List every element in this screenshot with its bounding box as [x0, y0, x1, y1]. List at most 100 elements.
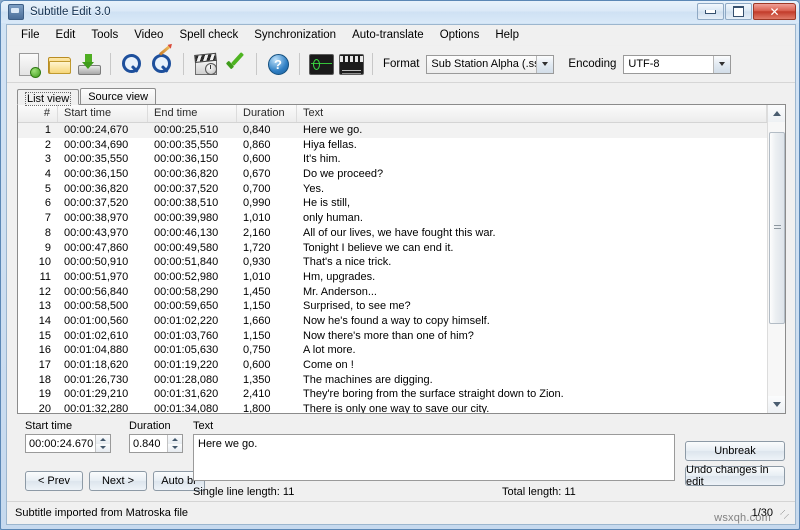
column-header-text[interactable]: Text	[297, 105, 767, 122]
format-select[interactable]: Sub Station Alpha (.ssa)	[426, 54, 555, 74]
start-time-stepper[interactable]	[95, 435, 110, 452]
cell-start-time: 00:00:43,970	[64, 226, 129, 239]
cell-number: 20	[38, 403, 51, 413]
duration-field[interactable]	[129, 434, 183, 453]
unbreak-button[interactable]: Unbreak	[685, 441, 785, 461]
find-button[interactable]	[118, 50, 146, 78]
cell-text: Mr. Anderson...	[303, 285, 377, 298]
table-row[interactable]: 7 00:00:38,970 00:00:39,980 1,010 only human…	[18, 211, 767, 226]
cell-duration: 1,450	[243, 285, 271, 298]
title-bar: Subtitle Edit 3.0 ✕	[1, 1, 799, 23]
start-time-field[interactable]	[25, 434, 111, 453]
table-row[interactable]: 4 00:00:36,150 00:00:36,820 0,670 Do we proc…	[18, 167, 767, 182]
cell-end-time: 00:01:03,760	[154, 329, 219, 342]
menu-bar: File Edit Tools Video Spell check Synchr…	[7, 25, 795, 46]
table-row[interactable]: 5 00:00:36,820 00:00:37,520 0,700 Yes.	[18, 182, 767, 197]
resize-grip[interactable]	[780, 510, 792, 522]
table-row[interactable]: 6 00:00:37,520 00:00:38,510 0,990 He is stil…	[18, 196, 767, 211]
table-row[interactable]: 20 00:01:32,280 00:01:34,080 1,800 There is …	[18, 402, 767, 413]
scrollbar-track[interactable]	[768, 122, 785, 396]
cell-number: 2	[44, 138, 51, 151]
menu-tools[interactable]: Tools	[83, 27, 126, 43]
table-row[interactable]: 19 00:01:29,210 00:01:31,620 2,410 They're b…	[18, 387, 767, 402]
table-row[interactable]: 2 00:00:34,690 00:00:35,550 0,860 Hiya fella…	[18, 138, 767, 153]
subtitle-text-editor[interactable]: Here we go.	[193, 434, 675, 481]
menu-options[interactable]: Options	[432, 27, 488, 43]
fix-timing-button[interactable]	[191, 50, 219, 78]
scroll-down-arrow-icon[interactable]	[768, 396, 785, 413]
table-row[interactable]: 9 00:00:47,860 00:00:49,580 1,720 Tonight I …	[18, 241, 767, 256]
cell-start-time: 00:00:36,150	[64, 168, 129, 181]
menu-spell-check[interactable]: Spell check	[171, 27, 246, 43]
toolbar-separator	[299, 53, 300, 75]
minimize-button[interactable]	[697, 3, 724, 20]
menu-help[interactable]: Help	[487, 27, 527, 43]
table-row[interactable]: 16 00:01:04,880 00:01:05,630 0,750 A lot mor…	[18, 343, 767, 358]
start-time-input[interactable]	[26, 436, 95, 451]
scroll-up-arrow-icon[interactable]	[768, 105, 785, 122]
cell-start-time: 00:00:50,910	[64, 256, 129, 269]
column-header-end[interactable]: End time	[148, 105, 237, 122]
sync-clapper-icon	[193, 52, 217, 75]
encoding-select[interactable]: UTF-8	[623, 54, 732, 74]
menu-auto-translate[interactable]: Auto-translate	[344, 27, 432, 43]
next-button[interactable]: Next >	[89, 471, 147, 491]
maximize-button[interactable]	[725, 3, 752, 20]
cell-duration: 0,930	[243, 256, 271, 269]
cell-start-time: 00:00:37,520	[64, 197, 129, 210]
save-file-button[interactable]	[75, 50, 103, 78]
grid-vertical-scrollbar[interactable]	[767, 105, 785, 413]
cell-number: 4	[44, 168, 51, 181]
table-row[interactable]: 3 00:00:35,550 00:00:36,150 0,600 It's him.	[18, 152, 767, 167]
undo-changes-button[interactable]: Undo changes in edit	[685, 464, 785, 488]
open-file-button[interactable]	[45, 50, 73, 78]
status-bar: Subtitle imported from Matroska file 1/3…	[7, 501, 795, 524]
start-time-label: Start time	[25, 420, 73, 432]
column-header-duration[interactable]: Duration	[237, 105, 297, 122]
column-header-number[interactable]: #	[18, 105, 58, 122]
table-row[interactable]: 8 00:00:43,970 00:00:46,130 2,160 All of our…	[18, 226, 767, 241]
prev-button[interactable]: < Prev	[25, 471, 83, 491]
scrollbar-thumb[interactable]	[769, 132, 785, 324]
table-row[interactable]: 18 00:01:26,730 00:01:28,080 1,350 The machi…	[18, 373, 767, 388]
new-file-icon	[19, 52, 41, 78]
menu-file[interactable]: File	[13, 27, 48, 43]
duration-input[interactable]	[130, 436, 167, 451]
new-file-button[interactable]	[15, 50, 43, 78]
spell-check-button[interactable]	[221, 50, 249, 78]
waveform-button[interactable]	[307, 50, 335, 78]
duration-label: Duration	[129, 420, 171, 432]
app-icon	[8, 4, 24, 20]
tab-list-view[interactable]: List view	[17, 89, 80, 106]
cell-duration: 0,600	[243, 359, 271, 371]
table-row[interactable]: 15 00:01:02,610 00:01:03,760 1,150 Now there…	[18, 329, 767, 344]
duration-stepper[interactable]	[167, 435, 182, 452]
table-row[interactable]: 13 00:00:58,500 00:00:59,650 1,150 Surprised…	[18, 299, 767, 314]
waveform-icon	[308, 53, 334, 75]
tab-list-view-label: List view	[25, 92, 72, 106]
table-row[interactable]: 14 00:01:00,560 00:01:02,220 1,660 Now he's …	[18, 314, 767, 329]
cell-text: Here we go.	[303, 124, 363, 136]
cell-text: The machines are digging.	[303, 373, 433, 386]
table-row[interactable]: 11 00:00:51,970 00:00:52,980 1,010 Hm, upgra…	[18, 270, 767, 285]
table-row[interactable]: 10 00:00:50,910 00:00:51,840 0,930 That's a …	[18, 255, 767, 270]
maximize-icon	[733, 6, 744, 17]
close-button[interactable]: ✕	[753, 3, 796, 20]
tab-source-view[interactable]: Source view	[80, 88, 157, 104]
menu-edit[interactable]: Edit	[48, 27, 84, 43]
toolbar-separator	[372, 53, 373, 75]
table-row[interactable]: 17 00:01:18,620 00:01:19,220 0,600 Come on !	[18, 358, 767, 373]
cell-text: Now he's found a way to copy himself.	[303, 314, 490, 327]
single-line-length-label: Single line length: 11	[193, 486, 295, 498]
format-value: Sub Station Alpha (.ssa)	[431, 58, 536, 70]
help-button[interactable]: ?	[264, 50, 292, 78]
column-header-start[interactable]: Start time	[58, 105, 148, 122]
cell-end-time: 00:01:31,620	[154, 388, 219, 401]
table-row[interactable]: 12 00:00:56,840 00:00:58,290 1,450 Mr. Ander…	[18, 285, 767, 300]
menu-video[interactable]: Video	[126, 27, 171, 43]
menu-synchronization[interactable]: Synchronization	[246, 27, 344, 43]
table-row[interactable]: 1 00:00:24,670 00:00:25,510 0,840 Here we go…	[18, 123, 767, 138]
format-label: Format	[383, 58, 420, 70]
replace-button[interactable]	[148, 44, 176, 78]
video-button[interactable]	[337, 50, 365, 78]
